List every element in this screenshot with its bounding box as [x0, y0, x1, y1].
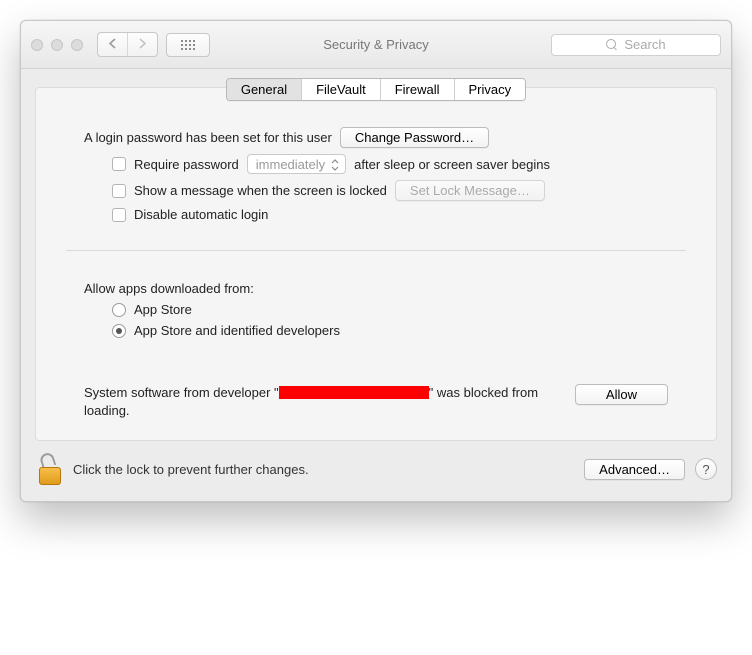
question-icon: ? [702, 462, 709, 477]
search-icon [606, 39, 618, 51]
tab-privacy[interactable]: Privacy [454, 79, 526, 100]
chevron-updown-icon [331, 157, 339, 173]
tab-general[interactable]: General [227, 79, 301, 100]
change-password-button[interactable]: Change Password… [340, 127, 489, 148]
traffic-lights [31, 39, 83, 51]
password-delay-select[interactable]: immediately [247, 154, 346, 174]
require-password-checkbox[interactable] [112, 157, 126, 171]
disable-autologin-label: Disable automatic login [134, 207, 268, 222]
back-button[interactable] [98, 33, 127, 56]
show-message-label: Show a message when the screen is locked [134, 183, 387, 198]
blocked-software-row: System software from developer "" was bl… [36, 384, 716, 420]
blocked-pre: System software from developer " [84, 385, 279, 400]
advanced-button[interactable]: Advanced… [584, 459, 685, 480]
radio-app-store[interactable] [112, 303, 126, 317]
show-message-checkbox[interactable] [112, 184, 126, 198]
tab-firewall[interactable]: Firewall [380, 79, 454, 100]
close-icon[interactable] [31, 39, 43, 51]
blocked-text: System software from developer "" was bl… [84, 384, 557, 420]
search-placeholder: Search [624, 37, 665, 52]
prefs-window: Security & Privacy Search General FileVa… [20, 20, 732, 502]
require-password-label: Require password [134, 157, 239, 172]
radio-identified-devs[interactable] [112, 324, 126, 338]
require-after-label: after sleep or screen saver begins [354, 157, 550, 172]
allow-apps-heading: Allow apps downloaded from: [84, 281, 254, 296]
set-lock-message-button: Set Lock Message… [395, 180, 545, 201]
footer: Click the lock to prevent further change… [21, 441, 731, 501]
allow-button[interactable]: Allow [575, 384, 668, 405]
forward-button[interactable] [127, 33, 157, 56]
content-area: General FileVault Firewall Privacy A log… [21, 69, 731, 441]
grid-icon [181, 40, 195, 50]
tab-filevault[interactable]: FileVault [301, 79, 380, 100]
allow-apps-section: Allow apps downloaded from: App Store Ap… [36, 265, 716, 348]
tab-bar: General FileVault Firewall Privacy [226, 78, 526, 101]
radio-app-store-label: App Store [134, 302, 192, 317]
lock-hint-label: Click the lock to prevent further change… [73, 462, 574, 477]
titlebar: Security & Privacy Search [21, 21, 731, 69]
minimize-icon[interactable] [51, 39, 63, 51]
lock-body-icon [39, 467, 61, 485]
disable-autologin-checkbox[interactable] [112, 208, 126, 222]
redacted-developer-name [279, 386, 429, 399]
zoom-icon[interactable] [71, 39, 83, 51]
radio-identified-devs-label: App Store and identified developers [134, 323, 340, 338]
nav-back-forward [97, 32, 158, 57]
section-divider [66, 250, 686, 251]
lock-button[interactable] [35, 453, 63, 485]
search-input[interactable]: Search [551, 34, 721, 56]
login-set-label: A login password has been set for this u… [84, 130, 332, 145]
window-title: Security & Privacy [323, 37, 428, 52]
login-section: A login password has been set for this u… [36, 111, 716, 232]
help-button[interactable]: ? [695, 458, 717, 480]
main-panel: General FileVault Firewall Privacy A log… [35, 87, 717, 441]
delay-value: immediately [256, 157, 325, 172]
show-all-button[interactable] [166, 33, 210, 57]
